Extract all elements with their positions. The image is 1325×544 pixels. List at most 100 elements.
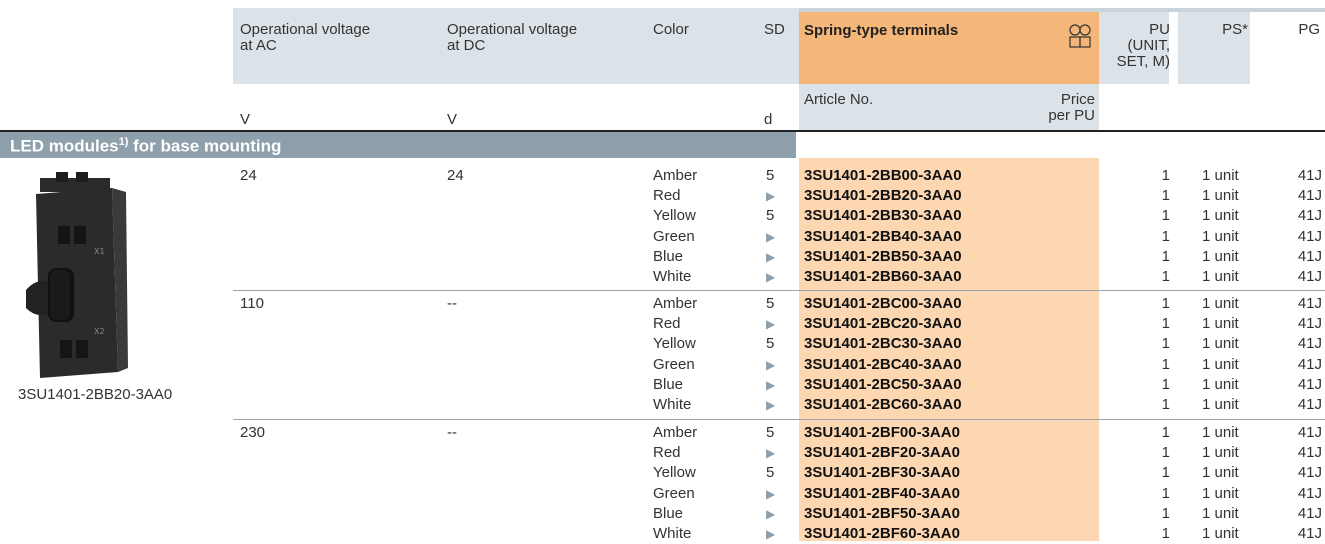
row-article-number[interactable]: 3SU1401-2BB40-3AA0	[804, 227, 962, 247]
row-color: Red	[653, 187, 681, 205]
row-ps: 1 unit	[1202, 464, 1239, 482]
row-article-number[interactable]: 3SU1401-2BB50-3AA0	[804, 247, 962, 267]
product-caption: 3SU1401-2BB20-3AA0	[18, 386, 173, 403]
group-dc-voltage: --	[447, 295, 457, 312]
row-ps: 1 unit	[1202, 375, 1239, 393]
row-pg: 41J	[1297, 207, 1322, 225]
group-dc-voltage: --	[447, 424, 457, 441]
row-color: White	[653, 525, 692, 542]
row-sd: ▶	[766, 377, 776, 392]
row-article-number[interactable]: 3SU1401-2BF50-3AA0	[804, 504, 960, 524]
row-ps: 1 unit	[1202, 335, 1239, 353]
header-pu: PU (UNIT, SET, M)	[1116, 21, 1170, 70]
row-pu: 1	[1161, 315, 1170, 333]
row-sd: ▶	[766, 486, 776, 501]
row-article-number[interactable]: 3SU1401-2BF00-3AA0	[804, 423, 960, 443]
row-pu: 1	[1161, 504, 1170, 522]
header-sd: SD	[764, 21, 785, 38]
row-pu: 1	[1161, 295, 1170, 312]
row-article-number[interactable]: 3SU1401-2BC50-3AA0	[804, 375, 962, 395]
row-ps: 1 unit	[1202, 247, 1239, 265]
row-pg: 41J	[1297, 504, 1322, 522]
row-article-number[interactable]: 3SU1401-2BF20-3AA0	[804, 443, 960, 463]
row-article-number[interactable]: 3SU1401-2BC00-3AA0	[804, 294, 962, 314]
row-ps: 1 unit	[1202, 396, 1239, 413]
row-article-number[interactable]: 3SU1401-2BB30-3AA0	[804, 206, 962, 226]
group-ac-voltage: 110	[240, 295, 264, 312]
row-color: White	[653, 268, 692, 285]
spring-terminal-icon	[1069, 24, 1091, 48]
row-ps: 1 unit	[1202, 525, 1239, 542]
row-pu: 1	[1161, 247, 1170, 265]
row-pg: 41J	[1297, 525, 1322, 542]
row-article-number[interactable]: 3SU1401-2BF60-3AA0	[804, 524, 960, 544]
row-pg: 41J	[1297, 268, 1322, 285]
unit-ac: V	[240, 111, 251, 128]
row-sd: ▶	[766, 527, 776, 541]
group-divider	[233, 290, 1325, 291]
section-title: LED modules1) for base mounting	[10, 136, 282, 156]
row-color: Red	[653, 444, 681, 462]
row-pg: 41J	[1297, 335, 1322, 353]
row-article-number[interactable]: 3SU1401-2BB00-3AA0	[804, 166, 962, 186]
row-article-number[interactable]: 3SU1401-2BC20-3AA0	[804, 314, 962, 334]
header-color: Color	[653, 21, 689, 38]
row-sd: ▶	[766, 506, 776, 521]
row-ps: 1 unit	[1202, 444, 1239, 462]
led-module-image: X1 X2	[26, 172, 128, 378]
row-pg: 41J	[1297, 375, 1322, 393]
row-sd: ▶	[766, 446, 776, 461]
row-ps: 1 unit	[1202, 207, 1239, 225]
row-pg: 41J	[1297, 315, 1322, 333]
row-ps: 1 unit	[1202, 424, 1239, 441]
row-pg: 41J	[1297, 355, 1322, 373]
row-sd: ▶	[766, 189, 776, 204]
header-article: Article No.	[804, 91, 874, 108]
row-color: Yellow	[653, 464, 696, 482]
group-dc-voltage: 24	[447, 167, 464, 184]
header-terminals: Spring-type terminals	[804, 22, 959, 39]
row-pg: 41J	[1297, 227, 1322, 245]
row-article-number[interactable]: 3SU1401-2BC30-3AA0	[804, 334, 962, 354]
row-pu: 1	[1161, 424, 1170, 441]
group-divider	[233, 419, 1325, 420]
row-pu: 1	[1161, 167, 1170, 184]
product-mark-x1: X1	[94, 247, 105, 256]
row-article-number[interactable]: 3SU1401-2BC60-3AA0	[804, 395, 962, 415]
row-pu: 1	[1161, 268, 1170, 285]
row-pu: 1	[1161, 396, 1170, 413]
row-article-number[interactable]: 3SU1401-2BC40-3AA0	[804, 355, 962, 375]
row-pu: 1	[1161, 207, 1170, 225]
row-color: Green	[653, 355, 695, 373]
row-pg: 41J	[1297, 444, 1322, 462]
header-pg: PG	[1298, 21, 1320, 38]
row-sd: 5	[766, 167, 775, 184]
row-pu: 1	[1161, 444, 1170, 462]
row-pu: 1	[1161, 227, 1170, 245]
row-sd: 5	[766, 335, 775, 353]
row-pg: 41J	[1297, 464, 1322, 482]
row-pg: 41J	[1297, 167, 1322, 184]
row-article-number[interactable]: 3SU1401-2BF40-3AA0	[804, 484, 960, 504]
group-ac-voltage: 230	[240, 424, 266, 441]
row-pu: 1	[1161, 375, 1170, 393]
row-pu: 1	[1161, 464, 1170, 482]
header-ps: PS*	[1222, 21, 1248, 38]
unit-sd: d	[764, 111, 773, 128]
row-pu: 1	[1161, 355, 1170, 373]
row-article-number[interactable]: 3SU1401-2BB60-3AA0	[804, 267, 962, 287]
product-mark-x2: X2	[94, 327, 105, 336]
row-color: Green	[653, 227, 695, 245]
row-ps: 1 unit	[1202, 268, 1239, 285]
row-article-number[interactable]: 3SU1401-2BF30-3AA0	[804, 463, 960, 483]
row-pg: 41J	[1297, 295, 1322, 312]
row-color: Yellow	[653, 207, 696, 225]
row-sd: ▶	[766, 398, 776, 412]
row-sd: 5	[766, 207, 775, 225]
row-sd: 5	[766, 464, 775, 482]
row-ps: 1 unit	[1202, 484, 1239, 502]
header-price: Price per PU	[1048, 91, 1095, 124]
row-pg: 41J	[1297, 396, 1322, 413]
row-article-number[interactable]: 3SU1401-2BB20-3AA0	[804, 186, 962, 206]
header-dc: Operational voltage at DC	[447, 21, 578, 54]
